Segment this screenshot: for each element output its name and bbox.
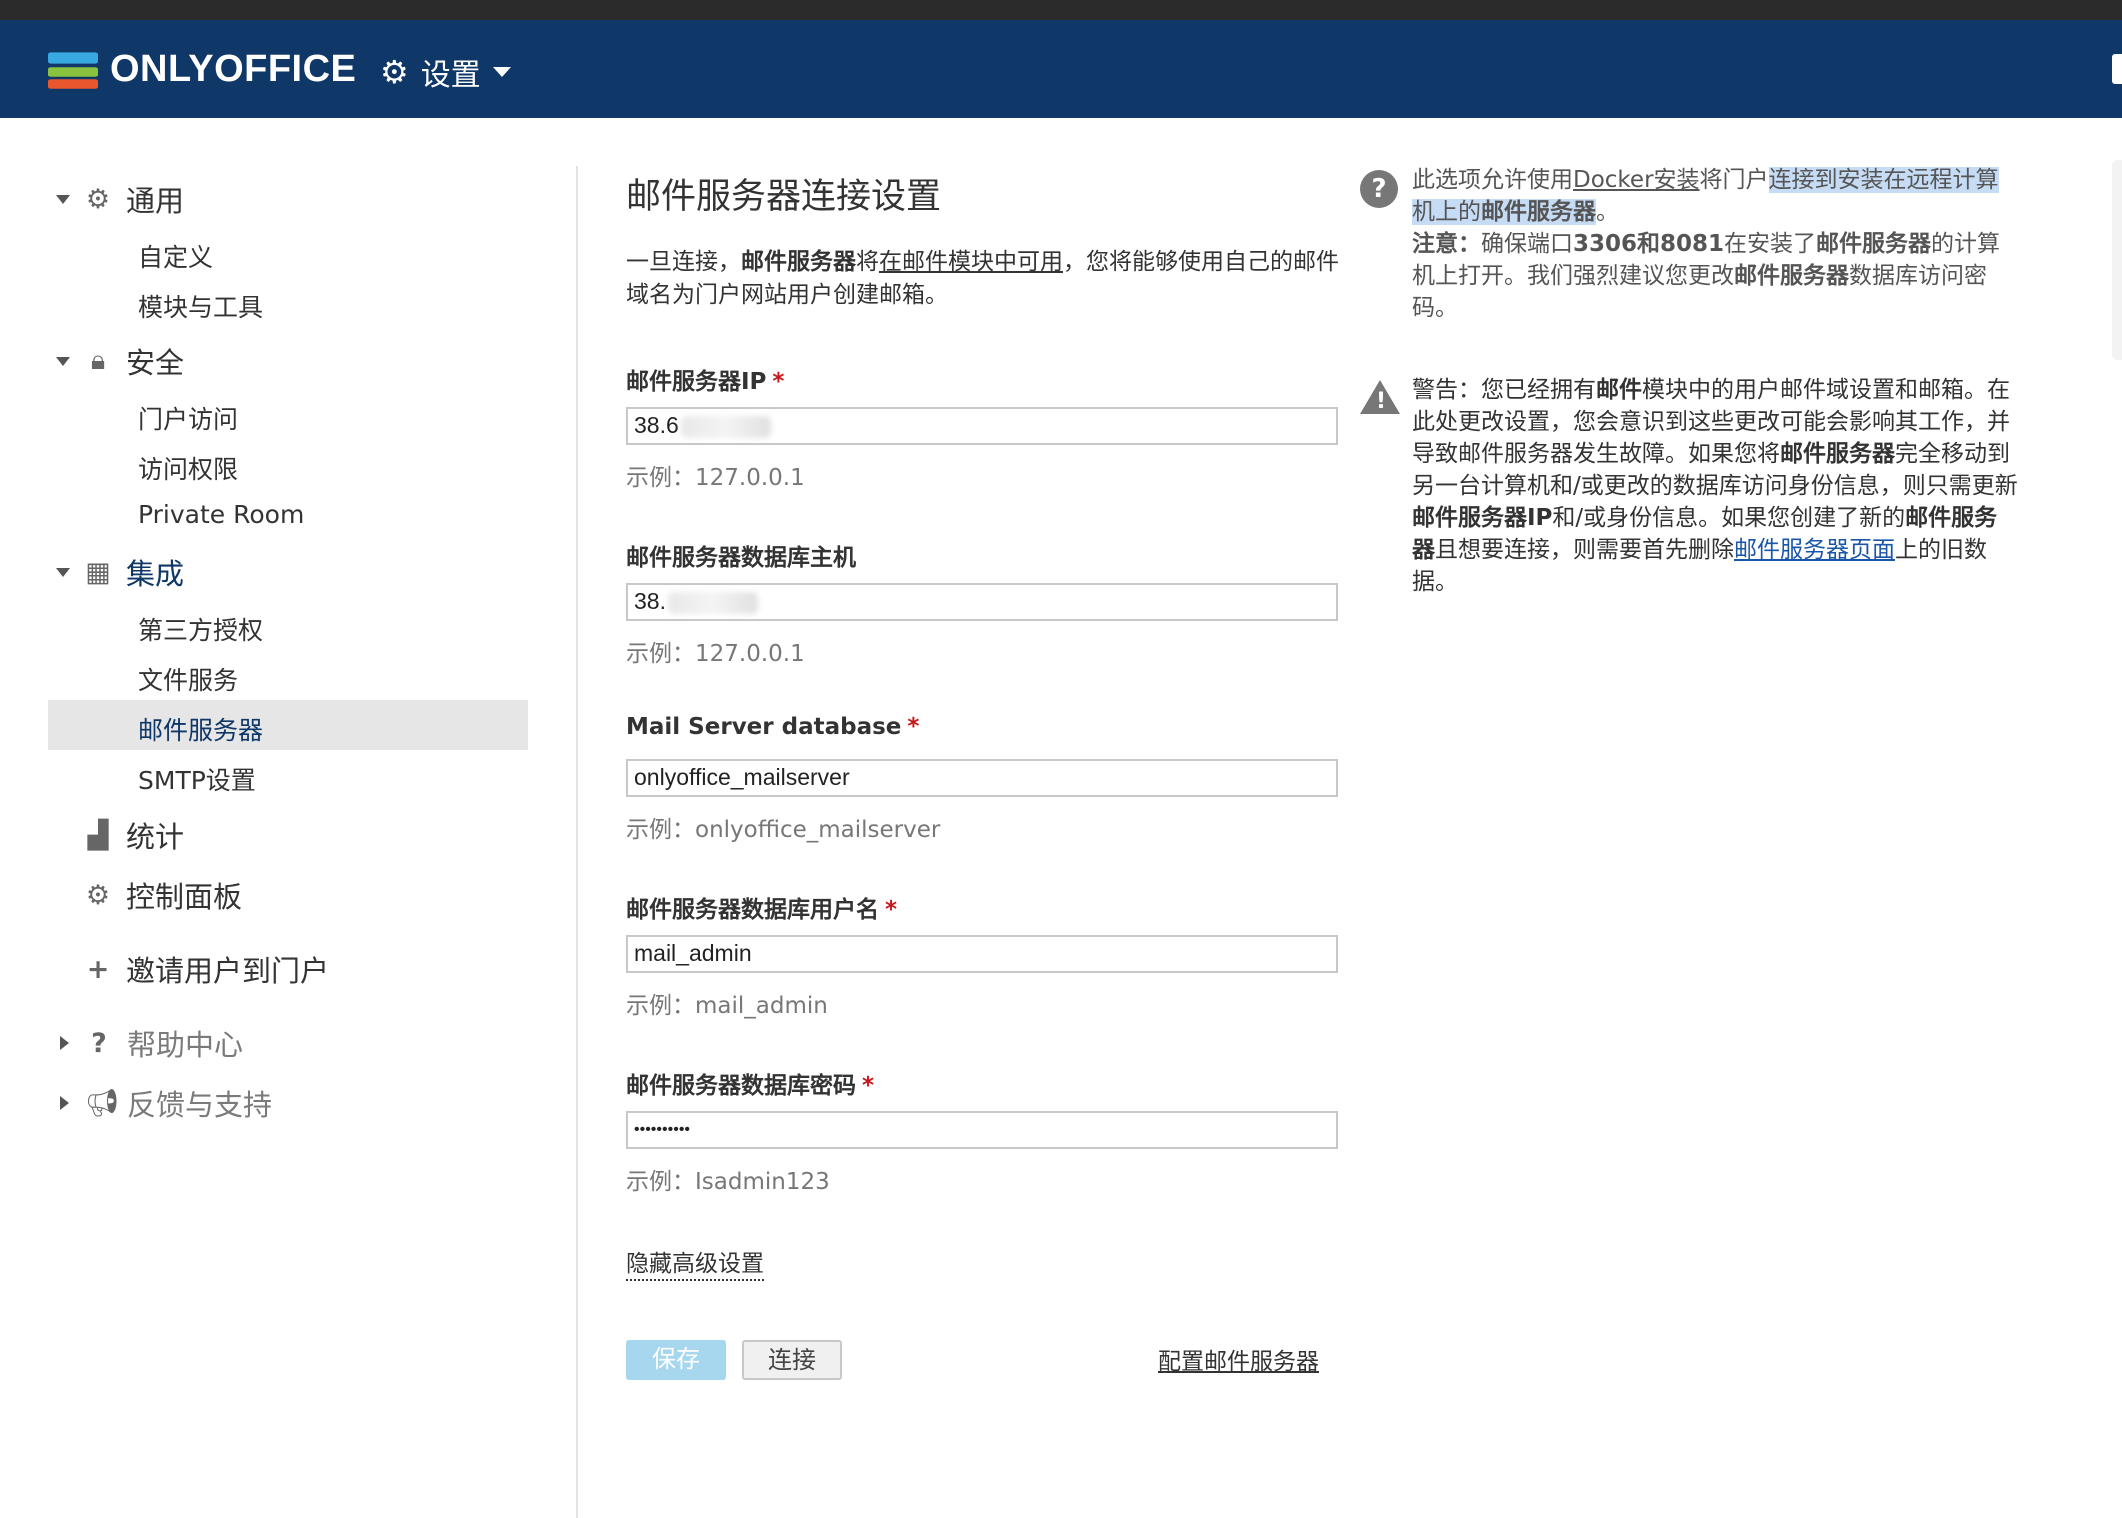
configure-mail-server-link[interactable]: 配置邮件服务器: [1158, 1342, 1319, 1376]
collapsed-icon: [60, 1036, 69, 1050]
collapsed-icon: [60, 1096, 69, 1110]
docker-link[interactable]: Docker安装: [1573, 167, 1700, 193]
lock-icon: 🔒︎: [90, 345, 106, 376]
brand-name: ONLYOFFICE: [110, 47, 357, 90]
db-user-input[interactable]: mail_admin: [626, 935, 1338, 973]
field-label-db-host: 邮件服务器数据库主机: [626, 545, 856, 571]
question-icon: ?: [1360, 170, 1398, 208]
scrollbar[interactable]: [2112, 160, 2122, 360]
logo-icon: [46, 44, 100, 94]
hide-advanced-link[interactable]: 隐藏高级设置: [626, 1244, 764, 1281]
sidebar-item-customization[interactable]: 自定义: [138, 238, 213, 274]
gear-icon: ⚙: [380, 53, 409, 91]
sidebar-item-mail-server[interactable]: 邮件服务器: [138, 711, 263, 747]
expand-icon: [56, 567, 70, 577]
field-hint-db-host: 示例：127.0.0.1: [626, 641, 805, 667]
mail-module-link[interactable]: 在邮件模块中可用: [879, 249, 1063, 275]
sidebar-group-integration[interactable]: ▦ 集成: [56, 551, 184, 593]
gift-icon[interactable]: [2112, 54, 2122, 84]
database-input[interactable]: onlyoffice_mailserver: [626, 759, 1338, 797]
field-hint-database: 示例：onlyoffice_mailserver: [626, 817, 941, 843]
megaphone-icon: 📢︎: [85, 1088, 120, 1119]
field-label-db-password: 邮件服务器数据库密码 *: [626, 1073, 875, 1099]
field-label-db-user: 邮件服务器数据库用户名 *: [626, 897, 898, 923]
grid-icon: ▦: [85, 556, 111, 588]
field-hint-ip: 示例：127.0.0.1: [626, 465, 805, 491]
settings-menu[interactable]: ⚙ 设置: [380, 50, 511, 94]
sidebar-item-private-room[interactable]: Private Room: [138, 500, 304, 529]
redacted-blur: [667, 591, 758, 614]
sidebar-group-security[interactable]: 🔒︎ 安全: [56, 340, 184, 382]
expand-icon: [56, 356, 70, 366]
help-text: 此选项允许使用Docker安装将门户连接到安装在远程计算机上的邮件服务器。 注意…: [1412, 167, 2001, 321]
sidebar-group-feedback[interactable]: 📢︎ 反馈与支持: [56, 1082, 272, 1124]
logo[interactable]: ONLYOFFICE: [46, 44, 356, 94]
db-host-input[interactable]: 38.: [626, 583, 1338, 621]
settings-label: 设置: [420, 58, 481, 93]
sidebar-item-third-party[interactable]: 第三方授权: [138, 611, 263, 647]
browser-bar: [0, 0, 2122, 22]
sidebar-item-control-panel[interactable]: ⚙ 控制面板: [56, 874, 242, 916]
sidebar-group-help[interactable]: ? 帮助中心: [56, 1022, 243, 1064]
plus-icon: +: [86, 953, 110, 985]
sidebar-item-smtp[interactable]: SMTP设置: [138, 761, 256, 797]
mail-server-page-link[interactable]: 邮件服务器页面: [1734, 537, 1895, 563]
mail-server-ip-input[interactable]: 38.6: [626, 407, 1338, 445]
control-panel-icon: ⚙: [85, 879, 111, 911]
intro-text: 一旦连接，邮件服务器将在邮件模块中可用，您将能够使用自己的邮件域名为门户网站用户…: [626, 249, 1339, 308]
sidebar-item-statistics[interactable]: ▟ 统计: [56, 814, 184, 856]
sidebar-item-modules[interactable]: 模块与工具: [138, 288, 263, 324]
page-title: 邮件服务器连接设置: [626, 177, 942, 217]
sidebar-invite-users[interactable]: + 邀请用户到门户: [56, 948, 329, 990]
warning-text: 警告：您已经拥有邮件模块中的用户邮件域设置和邮箱。在此处更改设置，您会意识到这些…: [1412, 377, 2018, 595]
connect-button[interactable]: 连接: [742, 1340, 842, 1380]
chevron-down-icon: [492, 67, 511, 77]
field-hint-db-user: 示例：mail_admin: [626, 993, 828, 1019]
field-hint-db-password: 示例：Isadmin123: [626, 1169, 830, 1195]
sidebar-item-access-rights[interactable]: 访问权限: [138, 450, 238, 486]
field-label-database: Mail Server database *: [626, 714, 920, 740]
db-password-input[interactable]: ••••••••••: [626, 1111, 1338, 1149]
sidebar-item-file-service[interactable]: 文件服务: [138, 661, 238, 697]
expand-icon: [56, 194, 70, 204]
app-header: ONLYOFFICE ⚙ 设置: [0, 20, 2122, 118]
warning-icon: !: [1360, 380, 1400, 414]
sidebar-divider: [576, 166, 578, 1518]
redacted-blur: [680, 415, 771, 438]
save-button[interactable]: 保存: [626, 1340, 726, 1380]
question-icon: ?: [91, 1027, 107, 1059]
sidebar-item-portal-access[interactable]: 门户访问: [138, 400, 238, 436]
gear-icon: ⚙: [85, 183, 111, 215]
active-item-bg: [48, 700, 528, 750]
field-label-ip: 邮件服务器IP *: [626, 369, 785, 395]
sidebar-group-general[interactable]: ⚙ 通用: [56, 178, 184, 220]
bar-chart-icon: ▟: [87, 819, 109, 851]
